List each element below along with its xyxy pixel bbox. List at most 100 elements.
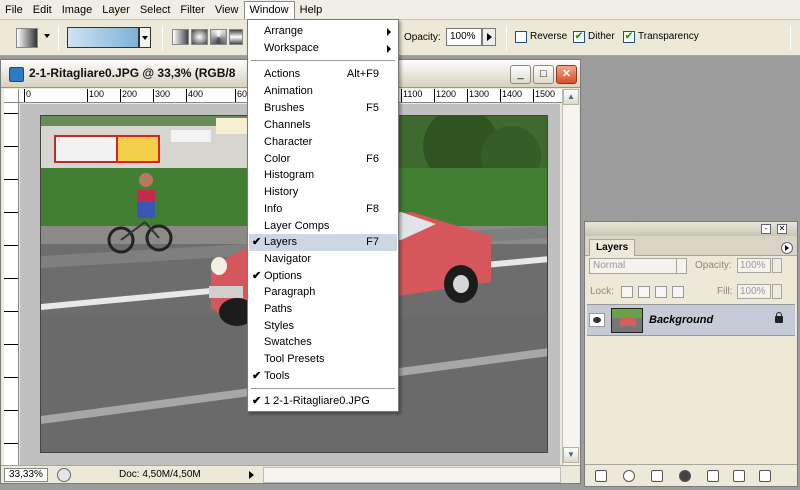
checkmark-icon: ✔ (252, 370, 262, 382)
menu-item-actions[interactable]: Actions Alt+F9 (249, 66, 397, 83)
menu-help[interactable]: Help (295, 1, 328, 19)
layer-opacity-arrow[interactable] (772, 258, 782, 273)
fill-arrow[interactable] (772, 284, 782, 299)
reflected-gradient-button[interactable] (229, 29, 243, 45)
zoom-level-field[interactable]: 33,33% (4, 468, 48, 482)
menu-item-brushes[interactable]: Brushes F5 (249, 100, 397, 117)
chevron-down-icon[interactable] (44, 34, 50, 38)
gradient-swatch[interactable] (67, 27, 139, 48)
menu-item-tools[interactable]: ✔ Tools (249, 368, 397, 385)
menu-item-histogram[interactable]: Histogram (249, 167, 397, 184)
menu-item-color[interactable]: Color F6 (249, 151, 397, 168)
panel-close-button[interactable]: ✕ (777, 224, 787, 234)
menu-item-layer-comps[interactable]: Layer Comps (249, 218, 397, 235)
menu-view[interactable]: View (210, 1, 244, 19)
panel-menu-button[interactable] (781, 242, 793, 254)
menu-item-shortcut: Alt+F9 (346, 68, 379, 80)
lock-position-icon[interactable] (655, 286, 667, 298)
menu-separator (251, 60, 395, 61)
menu-item-open-document[interactable]: ✔ 1 2-1-Ritagliare0.JPG (249, 393, 397, 410)
menu-item-history[interactable]: History (249, 184, 397, 201)
ruler-label: 1400 (502, 89, 523, 99)
horizontal-scrollbar[interactable] (263, 467, 561, 483)
menu-item-label: Swatches (264, 336, 312, 348)
menu-item-paths[interactable]: Paths (249, 301, 397, 318)
menu-item-arrange[interactable]: Arrange (249, 23, 397, 40)
layer-opacity-input[interactable]: 100% (737, 258, 771, 273)
menu-layer[interactable]: Layer (97, 1, 135, 19)
vertical-ruler[interactable] (4, 103, 19, 465)
lock-image-icon[interactable] (638, 286, 650, 298)
layer-mask-icon[interactable] (651, 470, 663, 482)
menu-item-label: Navigator (264, 253, 312, 265)
scroll-up-button[interactable]: ▲ (563, 89, 579, 105)
menu-item-label: Layers (264, 236, 298, 248)
menu-item-info[interactable]: Info F8 (249, 201, 397, 218)
separator (790, 26, 791, 50)
menu-image[interactable]: Image (57, 1, 98, 19)
dither-checkbox[interactable]: ✔ (573, 31, 585, 43)
menu-item-swatches[interactable]: Swatches (249, 334, 397, 351)
menu-window[interactable]: Window (243, 0, 295, 19)
menu-item-channels[interactable]: Channels (249, 117, 397, 134)
blend-mode-select[interactable]: Normal (589, 258, 687, 274)
menu-item-label: Styles (264, 320, 294, 332)
menu-filter[interactable]: Filter (175, 1, 209, 19)
menu-select[interactable]: Select (135, 1, 176, 19)
scroll-down-button[interactable]: ▼ (563, 447, 579, 463)
submenu-arrow-icon (387, 45, 391, 53)
lock-icon (775, 312, 783, 323)
menu-item-animation[interactable]: Animation (249, 83, 397, 100)
menu-item-tool-presets[interactable]: Tool Presets (249, 351, 397, 368)
menu-item-character[interactable]: Character (249, 134, 397, 151)
new-group-icon[interactable] (707, 470, 719, 482)
transparency-label: Transparency (638, 31, 699, 42)
menu-item-workspace[interactable]: Workspace (249, 40, 397, 57)
vertical-scrollbar[interactable]: ▲ ▼ (562, 89, 579, 465)
layer-thumbnail (611, 308, 643, 333)
trash-icon[interactable] (759, 470, 771, 482)
menu-edit[interactable]: Edit (28, 1, 57, 19)
tool-preset-picker[interactable] (16, 28, 38, 48)
menu-item-paragraph[interactable]: Paragraph (249, 284, 397, 301)
gradient-picker-dropdown[interactable] (139, 27, 151, 48)
panel-minimize-button[interactable]: - (761, 224, 771, 234)
layer-row-background[interactable]: Background (587, 304, 795, 336)
status-icon[interactable] (57, 468, 71, 482)
link-layers-icon[interactable] (595, 470, 607, 482)
new-layer-icon[interactable] (733, 470, 745, 482)
lock-all-icon[interactable] (672, 286, 684, 298)
menu-item-label: Channels (264, 119, 311, 131)
fill-input[interactable]: 100% (737, 284, 771, 299)
menu-item-options[interactable]: ✔ Options (249, 268, 397, 285)
maximize-button[interactable]: □ (533, 65, 554, 84)
options-bar: Opacity: 100% Reverse ✔ Dither ✔ Transpa… (0, 20, 800, 56)
layer-style-icon[interactable] (623, 470, 635, 482)
opacity-slider-button[interactable] (482, 28, 496, 46)
reverse-checkbox[interactable] (515, 31, 527, 43)
menu-item-shortcut: F5 (366, 102, 379, 114)
opacity-label: Opacity: (404, 32, 441, 43)
menu-separator (251, 388, 395, 389)
opacity-input[interactable]: 100% (446, 28, 482, 46)
ruler-label: 100 (89, 89, 105, 99)
close-button[interactable]: ✕ (556, 65, 577, 84)
minimize-button[interactable]: _ (510, 65, 531, 84)
tab-layers[interactable]: Layers (589, 239, 636, 256)
status-menu-arrow[interactable] (246, 468, 258, 482)
linear-gradient-button[interactable] (172, 29, 189, 45)
transparency-checkbox[interactable]: ✔ (623, 31, 635, 43)
angle-gradient-button[interactable] (210, 29, 227, 45)
menu-file[interactable]: File (0, 1, 28, 19)
lock-transparent-icon[interactable] (621, 286, 633, 298)
ruler-origin[interactable] (4, 89, 19, 103)
panel-title-bar[interactable]: - ✕ (585, 222, 797, 236)
eye-icon[interactable] (589, 313, 605, 327)
chevron-down-icon (676, 259, 688, 273)
panel-tabs: Layers (585, 236, 797, 256)
radial-gradient-button[interactable] (191, 29, 208, 45)
menu-item-navigator[interactable]: Navigator (249, 251, 397, 268)
menu-item-layers[interactable]: ✔ Layers F7 (249, 234, 397, 251)
menu-item-styles[interactable]: Styles (249, 318, 397, 335)
adjustment-layer-icon[interactable] (679, 470, 691, 482)
